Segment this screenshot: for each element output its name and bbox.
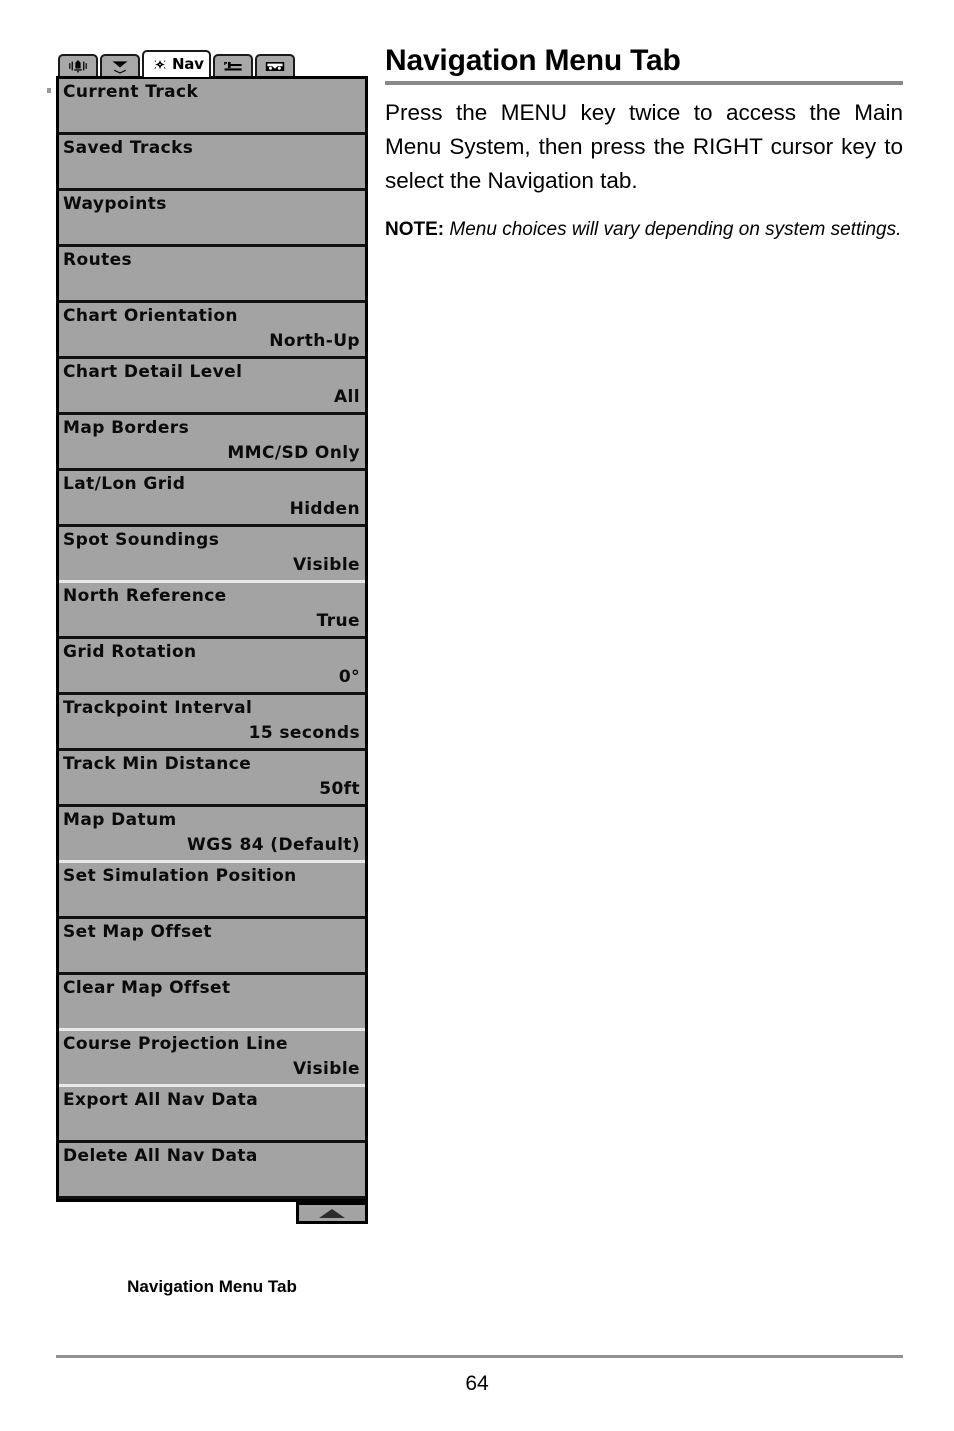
screen-views-icon (265, 62, 284, 71)
menu-row[interactable]: Set Simulation Position (59, 863, 365, 919)
note-label: NOTE: (385, 218, 445, 240)
menu-row[interactable]: Map Datum WGS 84 (Default) (59, 807, 365, 863)
menu-tab-strip: Nav (56, 50, 368, 77)
menu-item-value: 50ft (319, 779, 360, 799)
menu-row[interactable]: Lat/Lon Grid Hidden (59, 471, 365, 527)
menu-row[interactable]: Chart Orientation North-Up (59, 303, 365, 359)
device-screenshot-figure: Nav Current Track Saved Tracks Waypoints Ro… (56, 50, 368, 1224)
menu-row[interactable]: Map Borders MMC/SD Only (59, 415, 365, 471)
menu-row[interactable]: Routes (59, 247, 365, 303)
menu-item-label: Lat/Lon Grid (63, 474, 186, 494)
menu-row[interactable]: Spot Soundings Visible (59, 527, 365, 583)
menu-item-label: Grid Rotation (63, 642, 197, 662)
menu-item-value: Visible (293, 1059, 360, 1079)
note-body: Menu choices will vary depending on syst… (444, 218, 902, 240)
menu-row[interactable]: Track Min Distance 50ft (59, 751, 365, 807)
menu-item-value: MMC/SD Only (227, 443, 360, 463)
navigation-menu-list: Current Track Saved Tracks Waypoints Routes… (56, 76, 368, 1224)
menu-row[interactable]: Grid Rotation 0° (59, 639, 365, 695)
menu-item-label: North Reference (63, 586, 227, 606)
menu-item-label: Export All Nav Data (63, 1090, 259, 1110)
menu-item-label: Set Map Offset (63, 922, 212, 942)
menu-item-label: Current Track (63, 82, 199, 102)
menu-item-value: All (333, 387, 360, 407)
nav-compass-icon (154, 60, 166, 69)
menu-item-label: Chart Orientation (63, 306, 238, 326)
menu-item-label: Set Simulation Position (63, 866, 297, 886)
menu-item-label: Routes (63, 250, 133, 270)
menu-item-value: Hidden (289, 499, 360, 519)
tab-sonar[interactable] (100, 54, 140, 77)
menu-row[interactable]: Saved Tracks (59, 135, 365, 191)
menu-row[interactable]: Export All Nav Data (59, 1087, 365, 1143)
scan-artifact (47, 88, 51, 93)
tab-alarms[interactable] (58, 54, 98, 77)
note-paragraph: NOTE: Menu choices will vary depending o… (385, 216, 903, 244)
menu-item-value: 0° (338, 667, 360, 687)
title-divider (385, 80, 903, 85)
menu-item-label: Map Borders (63, 418, 190, 438)
menu-item-label: Delete All Nav Data (63, 1146, 258, 1166)
menu-row[interactable]: Chart Detail Level All (59, 359, 365, 415)
intro-paragraph: Press the MENU key twice to access the M… (385, 99, 903, 193)
menu-item-label: Waypoints (63, 194, 167, 214)
menu-item-label: Map Datum (63, 810, 177, 830)
tab-setup[interactable] (212, 54, 253, 77)
menu-row[interactable]: Trackpoint Interval 15 seconds (59, 695, 365, 751)
menu-row[interactable]: Clear Map Offset (59, 975, 365, 1031)
tab-views[interactable] (254, 54, 295, 77)
menu-row[interactable]: Current Track (59, 79, 365, 135)
menu-row[interactable]: North Reference True (59, 583, 365, 639)
menu-row[interactable]: Set Map Offset (59, 919, 365, 975)
menu-row[interactable]: Course Projection Line Visible (59, 1031, 365, 1087)
menu-item-label: Saved Tracks (63, 138, 194, 158)
menu-item-value: 15 seconds (248, 723, 360, 743)
menu-item-label: Spot Soundings (63, 530, 220, 550)
content-column: Navigation Menu Tab Press the MENU key t… (385, 45, 903, 244)
alarm-bell-icon (69, 60, 87, 73)
menu-item-label: Track Min Distance (63, 754, 252, 774)
wrench-setup-icon (223, 62, 242, 71)
chevron-up-icon (319, 1208, 345, 1218)
menu-item-label: Clear Map Offset (63, 978, 231, 998)
menu-item-value: True (316, 611, 360, 631)
menu-item-value: North-Up (269, 331, 360, 351)
menu-row[interactable]: Waypoints (59, 191, 365, 247)
scroll-up-indicator[interactable] (296, 1202, 368, 1224)
menu-item-label: Course Projection Line (63, 1034, 288, 1054)
tab-label: Nav (172, 55, 204, 73)
tab-navigation[interactable]: Nav (142, 50, 211, 77)
page-title: Navigation Menu Tab (385, 44, 681, 77)
page-number: 64 (465, 1372, 489, 1395)
figure-caption: Navigation Menu Tab (127, 1277, 297, 1296)
menu-row[interactable]: Delete All Nav Data (59, 1143, 365, 1199)
menu-item-value: Visible (293, 555, 360, 575)
sonar-beam-icon (112, 61, 128, 74)
menu-item-value: WGS 84 (Default) (187, 835, 360, 855)
menu-item-label: Trackpoint Interval (63, 698, 253, 718)
menu-item-label: Chart Detail Level (63, 362, 243, 382)
footer-divider (56, 1355, 903, 1358)
